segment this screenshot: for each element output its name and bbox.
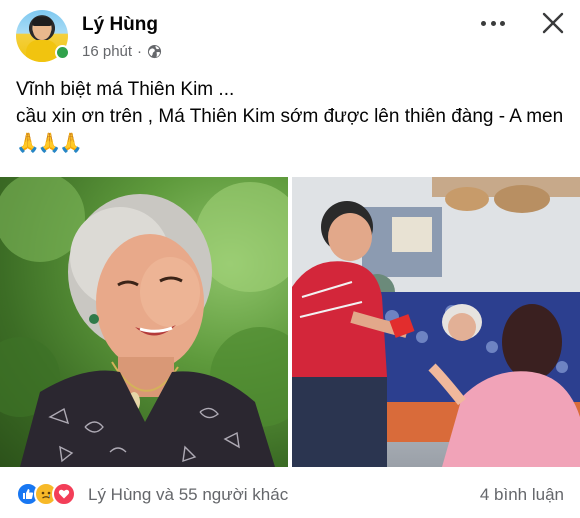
reaction-summary[interactable]: Lý Hùng và 55 người khác [88,485,288,505]
photo-grid [0,177,580,467]
post-time[interactable]: 16 phút [82,43,132,60]
post-header: Lý Hùng 16 phút · [0,0,580,64]
post-meta: 16 phút · [82,43,162,60]
author-name[interactable]: Lý Hùng [82,14,158,36]
love-icon [52,482,76,506]
globe-icon[interactable] [147,44,162,59]
online-status-icon [55,45,70,60]
comment-count[interactable]: 4 bình luận [480,485,564,505]
meta-separator: · [137,43,143,60]
post-text: Vĩnh biệt má Thiên Kim ... cầu xin ơn tr… [16,76,571,157]
post-text-line-2: cầu xin ơn trên , Má Thiên Kim sớm được … [16,103,571,157]
photo-portrait-elderly-woman[interactable] [0,177,288,467]
more-options-button[interactable] [478,12,508,34]
reaction-icons[interactable] [16,482,76,506]
photo-visit-bedside[interactable] [292,177,580,467]
post-footer: Lý Hùng và 55 người khác 4 bình luận [0,476,580,516]
post-text-body: cầu xin ơn trên , Má Thiên Kim sớm được … [16,106,564,127]
pray-emoji: 🙏🙏🙏 [16,133,83,154]
more-horizontal-icon [481,20,486,26]
close-icon[interactable] [538,8,568,38]
post-text-line-1: Vĩnh biệt má Thiên Kim ... [16,79,235,100]
